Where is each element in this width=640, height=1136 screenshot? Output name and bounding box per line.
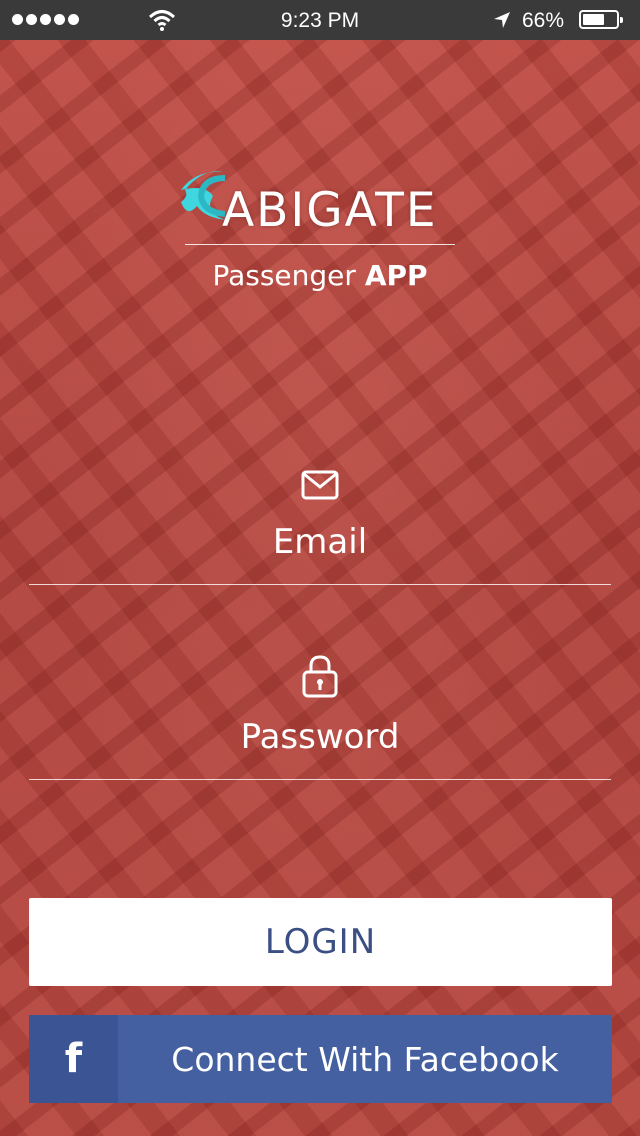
- battery-percent: 66%: [522, 9, 565, 32]
- app-subtitle: Passenger APP: [0, 259, 640, 292]
- battery-icon: [579, 10, 623, 29]
- password-field[interactable]: Password: [0, 717, 640, 757]
- lock-icon: [0, 654, 640, 703]
- email-underline: [29, 584, 611, 585]
- email-field[interactable]: Email: [0, 522, 640, 562]
- password-underline: [29, 779, 611, 780]
- status-bar: 9:23 PM 66%: [0, 0, 640, 40]
- facebook-button-label: Connect With Facebook: [171, 1039, 559, 1079]
- facebook-icon: f: [29, 1015, 118, 1103]
- facebook-connect-button[interactable]: f Connect With Facebook: [29, 1015, 612, 1103]
- location-arrow-icon: [492, 10, 512, 36]
- brand-logo-text: ABIGATE: [222, 183, 438, 238]
- envelope-icon: [0, 470, 640, 505]
- login-button-label: LOGIN: [264, 922, 377, 962]
- logo-divider: [185, 244, 455, 245]
- subtitle-bold: APP: [364, 259, 428, 292]
- subtitle-regular: Passenger: [212, 259, 365, 292]
- login-button[interactable]: LOGIN: [29, 898, 612, 986]
